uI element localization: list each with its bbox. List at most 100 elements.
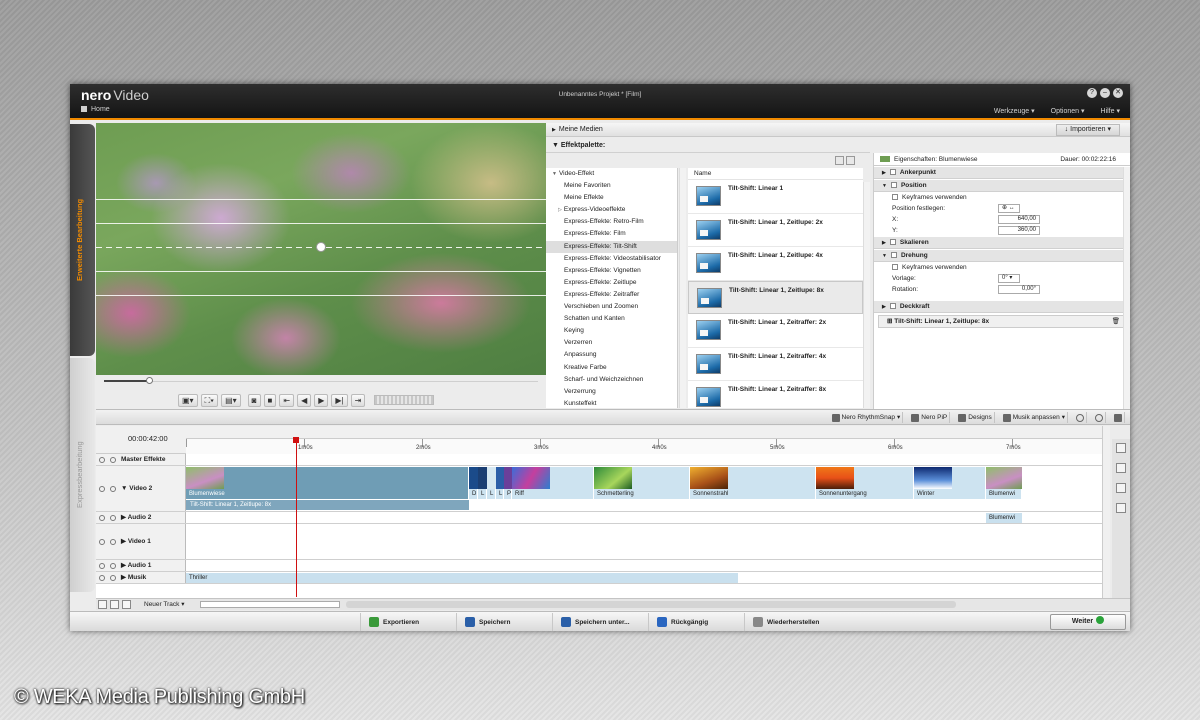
- keyframes-checkbox[interactable]: Keyframes verwenden: [874, 192, 1130, 203]
- vorlage-select[interactable]: 0° ▾: [998, 274, 1020, 283]
- tree-item[interactable]: Schatten und Kanten: [546, 313, 677, 325]
- clip-blumenwiese-end[interactable]: Blumenwi: [986, 467, 1022, 499]
- scrubber-knob[interactable]: [146, 377, 153, 384]
- effect-item[interactable]: Tilt-Shift: Linear 1: [688, 180, 863, 214]
- y-input[interactable]: 360,00: [998, 226, 1040, 235]
- tilt-shift-handle[interactable]: [316, 242, 326, 252]
- display-mode-icon[interactable]: ▣▾: [178, 393, 198, 407]
- tilt-shift-guide[interactable]: [96, 295, 546, 296]
- tree-item[interactable]: Express-Effekte: Vignetten: [546, 265, 677, 277]
- music-clip[interactable]: Thriller: [186, 573, 738, 583]
- rotation-input[interactable]: 0,00°: [998, 285, 1040, 294]
- time-ruler[interactable]: 1m0s 2m0s 3m0s 4m0s 5m0s 6m0s 7m0s: [186, 438, 1102, 454]
- pip-button[interactable]: Nero PiP: [909, 412, 951, 423]
- next-button[interactable]: Weiter: [1050, 614, 1126, 630]
- timer-icon[interactable]: [1093, 412, 1106, 423]
- clip-winter[interactable]: Winter: [914, 467, 986, 499]
- clip-sonnenuntergang[interactable]: Sonnenuntergang: [816, 467, 914, 499]
- pointer-tool-icon[interactable]: [1116, 443, 1126, 453]
- visibility-icon[interactable]: [99, 538, 105, 545]
- tree-item[interactable]: Verzerrung: [546, 386, 677, 398]
- clip[interactable]: P: [504, 467, 512, 499]
- x-input[interactable]: 640,00: [998, 215, 1040, 224]
- clip-schmetterling[interactable]: Schmetterling: [594, 467, 690, 499]
- lock-icon[interactable]: [110, 514, 116, 521]
- list-view-icon[interactable]: [846, 156, 855, 165]
- effect-item[interactable]: Tilt-Shift: Linear 1, Zeitraffer: 8x: [688, 381, 863, 408]
- rhythmsnap-button[interactable]: Nero RhythmSnap ▾: [830, 412, 904, 423]
- expand-icon[interactable]: ▶: [121, 562, 128, 569]
- timeline-scrollbar[interactable]: [1102, 426, 1110, 598]
- view-mode-icon[interactable]: [122, 600, 131, 609]
- tree-item[interactable]: Scharf- und Weichzeichnen: [546, 374, 677, 386]
- tree-item[interactable]: Meine Favoriten: [546, 180, 677, 192]
- jog-shuttle[interactable]: [374, 395, 435, 405]
- collapse-icon[interactable]: ▼: [121, 485, 129, 492]
- next-frame-icon[interactable]: ▶|: [331, 393, 348, 407]
- new-track-button[interactable]: Neuer Track ▾: [144, 599, 184, 610]
- effect-bar[interactable]: Tilt-Shift: Linear 1, Zeitlupe: 8x: [186, 500, 469, 510]
- fit-music-button[interactable]: Musik anpassen ▾: [1001, 412, 1068, 423]
- visibility-icon[interactable]: [99, 456, 105, 463]
- tree-item[interactable]: ▷ Express-Videoeffekte: [546, 204, 677, 216]
- my-media-header[interactable]: ▶ Meine Medien ↓ Importieren ▾: [546, 123, 1130, 137]
- column-header-name[interactable]: Name: [688, 168, 863, 180]
- section-skalieren[interactable]: ▶ Skalieren: [874, 237, 1130, 249]
- import-button[interactable]: ↓ Importieren ▾: [1055, 124, 1120, 136]
- tree-item[interactable]: Express-Effekte: Retro-Film: [546, 216, 677, 228]
- save-button[interactable]: Speichern: [456, 613, 518, 631]
- stop-icon[interactable]: ■: [263, 393, 277, 407]
- effect-item[interactable]: Tilt-Shift: Linear 1, Zeitlupe: 8x: [688, 280, 863, 314]
- fullscreen-icon[interactable]: ⛶▾: [200, 393, 219, 407]
- clip[interactable]: L: [478, 467, 487, 499]
- help-circle-icon[interactable]: ?: [1087, 88, 1097, 98]
- keyframes-checkbox[interactable]: Keyframes verwenden: [874, 262, 1130, 273]
- expand-icon[interactable]: ▶: [121, 538, 128, 545]
- effect-item[interactable]: Tilt-Shift: Linear 1, Zeitraffer: 2x: [688, 314, 863, 348]
- clip-blumenwiese[interactable]: Blumenwiese: [186, 467, 469, 499]
- clip[interactable]: L: [487, 467, 496, 499]
- tilt-shift-guide[interactable]: [96, 271, 546, 272]
- tab-express-editing[interactable]: Expressbearbeitung: [70, 358, 95, 592]
- horizontal-scrollbar[interactable]: [346, 601, 956, 608]
- applied-effect[interactable]: ⊞ Tilt-Shift: Linear 1, Zeitlupe: 8x 🗑: [878, 315, 1126, 328]
- lock-icon[interactable]: [110, 485, 116, 492]
- position-set-control[interactable]: ⊕ ↔: [998, 204, 1020, 213]
- tab-advanced-editing[interactable]: Erweiterte Bearbeitung: [70, 124, 95, 356]
- expand-icon[interactable]: ▶: [121, 574, 128, 581]
- aspect-icon[interactable]: ▤▾: [221, 393, 241, 407]
- prev-frame-icon[interactable]: ◀: [297, 393, 312, 407]
- tilt-shift-guide[interactable]: [96, 223, 546, 224]
- settings-icon[interactable]: [1112, 412, 1125, 423]
- clip[interactable]: L: [496, 467, 504, 499]
- effects-scrollbar[interactable]: [863, 182, 870, 408]
- clip[interactable]: D: [469, 467, 478, 499]
- tree-item[interactable]: Express-Effekte: Film: [546, 228, 677, 240]
- mark-out-icon[interactable]: ⇥: [350, 393, 366, 407]
- menu-optionen[interactable]: Optionen: [1051, 107, 1085, 115]
- video-preview[interactable]: [96, 123, 546, 375]
- undo-button[interactable]: Rückgängig: [648, 613, 716, 631]
- effect-item[interactable]: Tilt-Shift: Linear 1, Zeitraffer: 4x: [688, 348, 863, 381]
- play-icon[interactable]: ▶: [314, 393, 329, 407]
- tree-item[interactable]: Express-Effekte: Tilt-Shift: [546, 240, 677, 253]
- speaker-icon[interactable]: [99, 514, 105, 521]
- save-as-button[interactable]: Speichern unter...: [552, 613, 644, 631]
- tree-item[interactable]: Verzerren: [546, 337, 677, 349]
- tree-item[interactable]: Kreative Farbe: [546, 362, 677, 374]
- visibility-icon[interactable]: [99, 485, 105, 492]
- section-ankerpunkt[interactable]: ▶ Ankerpunkt: [874, 167, 1130, 179]
- preview-scrubber[interactable]: [102, 377, 542, 385]
- tree-root[interactable]: ▼ Video-Effekt: [546, 168, 677, 180]
- tree-item[interactable]: Anpassung: [546, 349, 677, 361]
- minimize-icon[interactable]: –: [1100, 88, 1110, 98]
- speaker-icon[interactable]: [99, 562, 105, 569]
- menu-hilfe[interactable]: Hilfe: [1101, 107, 1120, 115]
- lock-icon[interactable]: [110, 538, 116, 545]
- expand-icon[interactable]: ▶: [121, 514, 128, 521]
- menu-werkzeuge[interactable]: Werkzeuge: [994, 107, 1035, 115]
- tree-item[interactable]: Express-Effekte: Videostabilisator: [546, 253, 677, 265]
- playhead[interactable]: [293, 437, 299, 597]
- clip-riff[interactable]: Riff: [512, 467, 594, 499]
- effect-item[interactable]: Tilt-Shift: Linear 1, Zeitlupe: 2x: [688, 214, 863, 247]
